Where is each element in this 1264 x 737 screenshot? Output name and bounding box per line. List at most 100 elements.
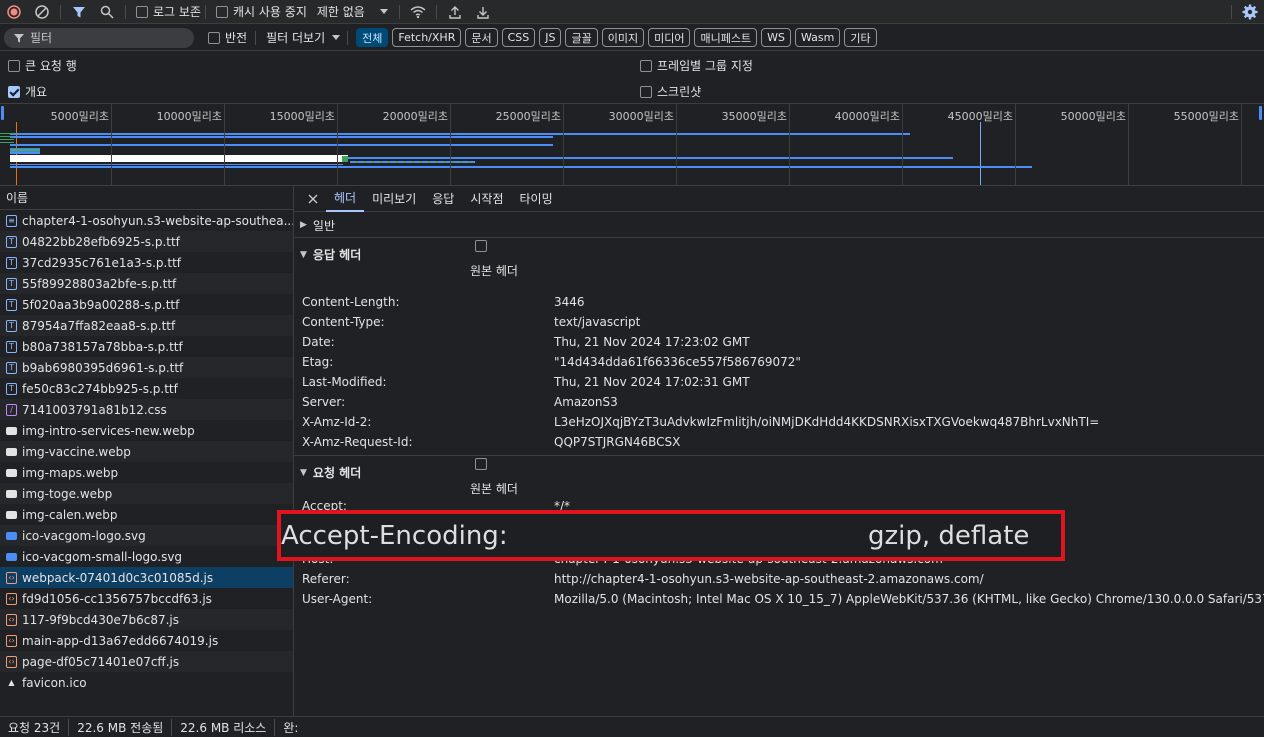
request-name: b9ab6980395d6961-s.p.ttf: [22, 360, 184, 375]
filter-chip[interactable]: Wasm: [794, 28, 841, 47]
request-name: main-app-d13a67edd6674019.js: [22, 633, 219, 648]
waterfall-bar: [10, 133, 910, 135]
timeline-gridline: [1015, 104, 1016, 185]
import-har-button[interactable]: [441, 1, 469, 23]
checkbox-box[interactable]: [8, 59, 20, 72]
invert-checkbox[interactable]: 반전: [208, 29, 247, 46]
request-row[interactable]: ∕ 7141003791a81b12.css: [0, 399, 293, 420]
request-row[interactable]: Tb9ab6980395d6961-s.p.ttf: [0, 357, 293, 378]
more-filters-dropdown[interactable]: 필터 더보기: [266, 29, 341, 46]
preserve-log-label: 로그 보존: [153, 5, 201, 19]
filter-input[interactable]: 필터: [4, 27, 194, 48]
checkbox-box[interactable]: [215, 5, 228, 18]
group-by-frame-checkbox[interactable]: 프레임별 그룹 지정: [640, 57, 753, 74]
filter-chip[interactable]: JS: [539, 28, 562, 47]
font-icon: T: [6, 340, 17, 353]
request-row[interactable]: T 04822bb28efb6925-s.p.ttf: [0, 231, 293, 252]
header-value: QQP7STJRGN46BCSX: [554, 435, 681, 449]
export-har-button[interactable]: [469, 1, 497, 23]
waterfall-bar: [10, 164, 343, 165]
name-column-header[interactable]: 이름: [0, 186, 293, 210]
network-overview-timeline[interactable]: 5000밀리초 10000밀리초 15000밀리초 20000밀리초 25000밀리초 3…: [0, 104, 1264, 186]
header-row: Referer: http://chapter4-1-osohyun.s3-web…: [302, 572, 984, 586]
filter-chip[interactable]: 매니페스트: [694, 28, 758, 47]
filter-chip[interactable]: 글꼴: [565, 28, 598, 47]
request-row[interactable]: T 37cd2935c761e1a3-s.p.ttf: [0, 252, 293, 273]
request-row[interactable]: Tfe50c83c274bb925-s.p.ttf: [0, 378, 293, 399]
filter-chip[interactable]: 문서: [465, 28, 498, 47]
throttle-select[interactable]: 제한 없음: [317, 3, 389, 20]
request-row[interactable]: T 5f020aa3b9a00288-s.p.ttf: [0, 294, 293, 315]
checkbox-box[interactable]: [640, 59, 652, 72]
checkbox-box[interactable]: [208, 31, 220, 44]
request-row[interactable]: ico-vacgom-logo.svg: [0, 525, 293, 546]
detail-tab[interactable]: 타이밍: [511, 186, 560, 212]
filter-chip[interactable]: CSS: [501, 28, 536, 47]
screenshots-checkbox[interactable]: 스크린샷: [640, 83, 701, 100]
waterfall-bar: [348, 157, 953, 159]
large-rows-checkbox[interactable]: 큰 요청 행: [8, 57, 77, 74]
stylesheet-icon: ∕: [6, 403, 17, 416]
request-row[interactable]: ico-vacgom-small-logo.svg: [0, 546, 293, 567]
header-row: Server: AmazonS3: [302, 395, 618, 409]
request-row[interactable]: img-calen.webp: [0, 504, 293, 525]
filter-divider: [347, 30, 349, 45]
font-icon: T: [6, 277, 17, 290]
request-row[interactable]: ‹› fd9d1056-cc1356757bccdf63.js: [0, 588, 293, 609]
network-settings-button[interactable]: [1236, 1, 1264, 23]
request-row[interactable]: img-vaccine.webp: [0, 441, 293, 462]
header-name: X-Amz-Request-Id:: [302, 435, 413, 449]
overview-left-handle[interactable]: [1, 106, 4, 120]
filter-chip[interactable]: WS: [761, 28, 791, 47]
filter-placeholder: 필터: [30, 31, 53, 45]
filter-chip[interactable]: 전체: [356, 28, 389, 47]
request-row[interactable]: img-toge.webp: [0, 483, 293, 504]
load-event-marker: [980, 122, 981, 185]
search-button[interactable]: [93, 1, 121, 23]
network-conditions-button[interactable]: [404, 1, 432, 23]
font-icon: T: [6, 235, 17, 248]
disable-cache-checkbox[interactable]: 캐시 사용 중지: [215, 3, 307, 20]
filter-chip[interactable]: Fetch/XHR: [392, 28, 462, 47]
raw-headers-checkbox[interactable]: [475, 458, 487, 470]
close-detail-button[interactable]: [294, 186, 326, 212]
raw-headers-checkbox[interactable]: [475, 240, 487, 252]
header-name: Content-Type:: [302, 315, 385, 329]
detail-tab[interactable]: 응답: [424, 186, 462, 212]
request-row[interactable]: ‹› webpack-07401d0c3c01085d.js: [0, 567, 293, 588]
request-row[interactable]: ≡ chapter4-1-osohyun.s3-website-ap-southe…: [0, 210, 293, 231]
detail-tab[interactable]: 시작점: [462, 186, 511, 212]
request-row[interactable]: ‹› 117-9f9bcd430e7b6c87.js: [0, 609, 293, 630]
request-row[interactable]: ‹› main-app-d13a67edd6674019.js: [0, 630, 293, 651]
preserve-log-checkbox[interactable]: 로그 보존: [136, 3, 201, 20]
timeline-gridline: [450, 104, 451, 185]
header-row: X-Amz-Id-2: L3eHzOJXqjBYzT3uAdvkwIzFmlitj…: [302, 415, 1099, 429]
request-row[interactable]: T 55f89928803a2bfe-s.p.ttf: [0, 273, 293, 294]
record-button[interactable]: [0, 1, 28, 23]
header-row: Content-Length: 3446: [302, 295, 585, 309]
filter-chip[interactable]: 기타: [844, 28, 877, 47]
request-row[interactable]: img-maps.webp: [0, 462, 293, 483]
font-icon: T: [6, 382, 17, 395]
checkbox-box[interactable]: [640, 85, 652, 98]
image-icon: [6, 510, 17, 519]
request-row[interactable]: ‹› page-df05c71401e07cff.js: [0, 651, 293, 672]
request-row[interactable]: img-intro-services-new.webp: [0, 420, 293, 441]
overview-right-handle[interactable]: [1259, 106, 1262, 120]
request-row[interactable]: ▲ favicon.ico: [0, 672, 293, 693]
response-headers-toggle[interactable]: ▼ 응답 헤더: [300, 246, 361, 263]
filter-chip[interactable]: 이미지: [601, 28, 645, 47]
filter-toggle-button[interactable]: [65, 1, 93, 23]
detail-tab[interactable]: 미리보기: [364, 186, 424, 212]
checkbox-box[interactable]: [136, 5, 148, 18]
overview-checkbox[interactable]: 개요: [8, 83, 47, 100]
filter-chip[interactable]: 미디어: [648, 28, 691, 47]
detail-tab[interactable]: 헤더: [326, 186, 365, 212]
general-toggle[interactable]: ▶ 일반: [294, 212, 1264, 238]
request-row[interactable]: Tb80a738157a78bba-s.p.ttf: [0, 336, 293, 357]
request-headers-toggle[interactable]: ▼ 요청 헤더: [300, 464, 361, 481]
request-row[interactable]: T 87954a7ffa82eaa8-s.p.ttf: [0, 315, 293, 336]
clear-button[interactable]: [28, 1, 56, 23]
checkbox-box[interactable]: [8, 85, 20, 98]
script-icon: ‹›: [6, 634, 17, 647]
